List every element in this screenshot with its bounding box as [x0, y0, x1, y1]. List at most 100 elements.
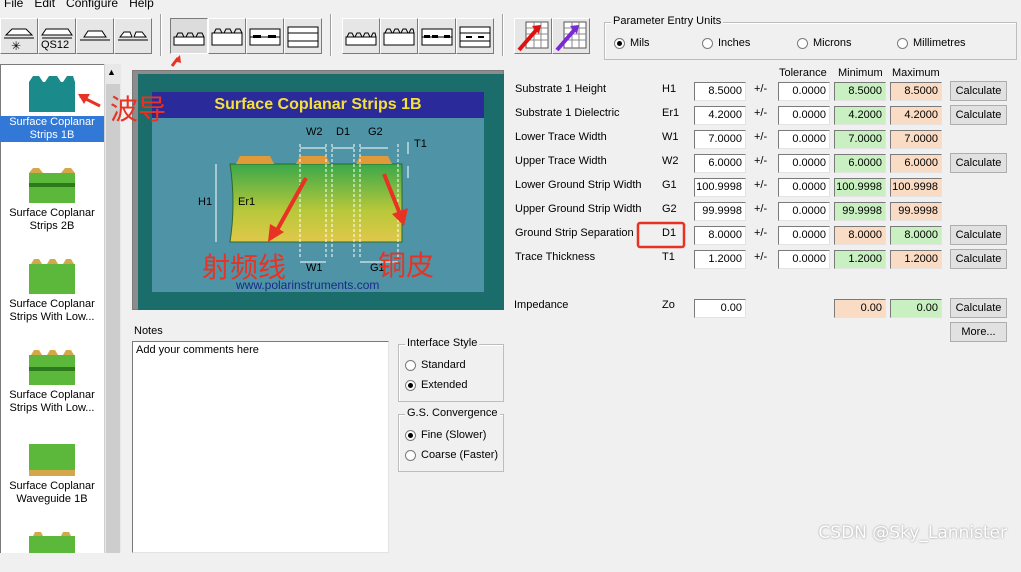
param-value-field[interactable]: 4.2000: [694, 106, 746, 125]
param-symbol: G2: [662, 203, 677, 215]
list-item-surface-coplanar-strips-low-2[interactable]: Surface Coplanar Strips With Low...: [0, 347, 104, 415]
param-label: Ground Strip Separation: [515, 227, 634, 239]
param-tolerance-field[interactable]: 0.0000: [778, 226, 830, 245]
param-value-field[interactable]: 99.9998: [694, 202, 746, 221]
list-item-label: Surface Coplanar Strips 2B: [9, 207, 95, 232]
param-value-field[interactable]: 8.5000: [694, 82, 746, 101]
goal-seek-purple-button[interactable]: [552, 18, 590, 54]
toolbar-button-1[interactable]: ✳: [0, 18, 38, 54]
scroll-up-icon[interactable]: ▲: [107, 67, 116, 77]
label-w2: W2: [306, 126, 323, 138]
list-item-surface-coplanar-strips-2b[interactable]: Surface Coplanar Strips 2B: [0, 165, 104, 233]
qs12-button[interactable]: QS12: [38, 18, 76, 54]
toolbar-button-9[interactable]: [342, 18, 380, 54]
gs-fine-radio[interactable]: Fine (Slower): [405, 429, 486, 441]
toolbar-button-4[interactable]: [114, 18, 152, 54]
list-item-surface-coplanar-strips-1b[interactable]: Surface Coplanar Strips 1B: [0, 74, 104, 142]
units-mils-radio[interactable]: Mils: [614, 37, 650, 49]
embedded-strips-icon: [211, 28, 243, 46]
param-tolerance-field[interactable]: 0.0000: [778, 106, 830, 125]
param-symbol: W2: [662, 155, 679, 167]
param-value-field[interactable]: 1.2000: [694, 250, 746, 269]
param-calculate-button[interactable]: Calculate: [950, 105, 1007, 125]
label-er1: Er1: [238, 196, 256, 208]
list-item-surface-coplanar-waveguide-1b[interactable]: Surface Coplanar Waveguide 1B: [0, 438, 104, 506]
scrollbar-thumb[interactable]: [106, 84, 120, 553]
toolbar-button-11[interactable]: [418, 18, 456, 54]
gs-fine-label: Fine (Slower): [421, 429, 487, 441]
plus-minus-label: +/-: [754, 251, 768, 263]
param-value-field[interactable]: 6.0000: [694, 154, 746, 173]
notes-textarea[interactable]: Add your comments here: [132, 341, 389, 553]
list-item-partial[interactable]: [0, 530, 104, 572]
param-tolerance-field[interactable]: 0.0000: [778, 82, 830, 101]
param-value-field[interactable]: 100.9998: [694, 178, 746, 197]
toolbar-button-10[interactable]: [380, 18, 418, 54]
gs-coarse-radio[interactable]: Coarse (Faster): [405, 449, 498, 461]
impedance-value-field[interactable]: 0.00: [694, 299, 746, 318]
param-min-field[interactable]: 99.9998: [834, 202, 886, 221]
param-max-field[interactable]: 6.0000: [890, 154, 942, 173]
param-min-field[interactable]: 8.5000: [834, 82, 886, 101]
goal-seek-red-button[interactable]: [514, 18, 552, 54]
param-max-field[interactable]: 100.9998: [890, 178, 942, 197]
interface-extended-label: Extended: [421, 379, 468, 391]
param-min-field[interactable]: 6.0000: [834, 154, 886, 173]
param-max-field[interactable]: 1.2000: [890, 250, 942, 269]
param-label: Substrate 1 Height: [515, 83, 607, 95]
param-tolerance-field[interactable]: 0.0000: [778, 154, 830, 173]
diff-embedded-icon: [383, 28, 415, 46]
param-min-field[interactable]: 100.9998: [834, 178, 886, 197]
param-max-field[interactable]: 7.0000: [890, 130, 942, 149]
param-max-field[interactable]: 8.5000: [890, 82, 942, 101]
toolbar-button-6[interactable]: [208, 18, 246, 54]
param-calculate-button[interactable]: Calculate: [950, 81, 1007, 101]
param-min-field[interactable]: 1.2000: [834, 250, 886, 269]
radio-dot: [405, 429, 416, 441]
toolbar-button-8[interactable]: [284, 18, 322, 54]
interface-standard-radio[interactable]: Standard: [405, 359, 466, 371]
param-calculate-button[interactable]: Calculate: [950, 153, 1007, 173]
param-max-field[interactable]: 4.2000: [890, 106, 942, 125]
param-min-field[interactable]: 4.2000: [834, 106, 886, 125]
watermark: CSDN @Sky_Lannister: [818, 523, 1007, 543]
units-microns-label: Microns: [813, 37, 852, 49]
units-microns-radio[interactable]: Microns: [797, 37, 852, 49]
param-symbol: T1: [662, 251, 675, 263]
structure-thumbnail-icon: [29, 165, 75, 203]
list-item-surface-coplanar-strips-low-1[interactable]: Surface Coplanar Strips With Low...: [0, 256, 104, 324]
param-min-field[interactable]: 8.0000: [834, 226, 886, 245]
menu-edit[interactable]: Edit: [30, 0, 62, 12]
toolbar-button-3[interactable]: [76, 18, 114, 54]
param-tolerance-field[interactable]: 0.0000: [778, 202, 830, 221]
impedance-min-field[interactable]: 0.00: [834, 299, 886, 318]
toolbar-button-7[interactable]: [246, 18, 284, 54]
impedance-symbol: Zo: [662, 299, 675, 311]
param-value-field[interactable]: 7.0000: [694, 130, 746, 149]
param-tolerance-field[interactable]: 0.0000: [778, 250, 830, 269]
param-max-field[interactable]: 99.9998: [890, 202, 942, 221]
units-inches-radio[interactable]: Inches: [702, 37, 750, 49]
toolbar-button-12[interactable]: [456, 18, 494, 54]
impedance-max-field[interactable]: 0.00: [890, 299, 942, 318]
units-millimetres-radio[interactable]: Millimetres: [897, 37, 966, 49]
menu-configure[interactable]: Configure: [62, 0, 125, 12]
param-calculate-button[interactable]: Calculate: [950, 225, 1007, 245]
more-button[interactable]: More...: [950, 322, 1007, 342]
param-value-field[interactable]: 8.0000: [694, 226, 746, 245]
param-calculate-button[interactable]: Calculate: [950, 249, 1007, 269]
surface-coplanar-strips-button[interactable]: [170, 18, 208, 54]
menu-help[interactable]: Help: [125, 0, 161, 12]
toolbar-separator-3: [502, 14, 504, 56]
list-item-label: Surface Coplanar Strips With Low...: [9, 298, 95, 323]
plus-minus-label: +/-: [754, 83, 768, 95]
param-tolerance-field[interactable]: 0.0000: [778, 130, 830, 149]
gs-coarse-label: Coarse (Faster): [421, 449, 499, 461]
param-max-field[interactable]: 8.0000: [890, 226, 942, 245]
param-min-field[interactable]: 7.0000: [834, 130, 886, 149]
impedance-calculate-button[interactable]: Calculate: [950, 298, 1007, 318]
param-tolerance-field[interactable]: 0.0000: [778, 178, 830, 197]
menu-file[interactable]: File: [0, 0, 30, 12]
interface-extended-radio[interactable]: Extended: [405, 379, 467, 391]
radio-dot: [702, 37, 713, 49]
